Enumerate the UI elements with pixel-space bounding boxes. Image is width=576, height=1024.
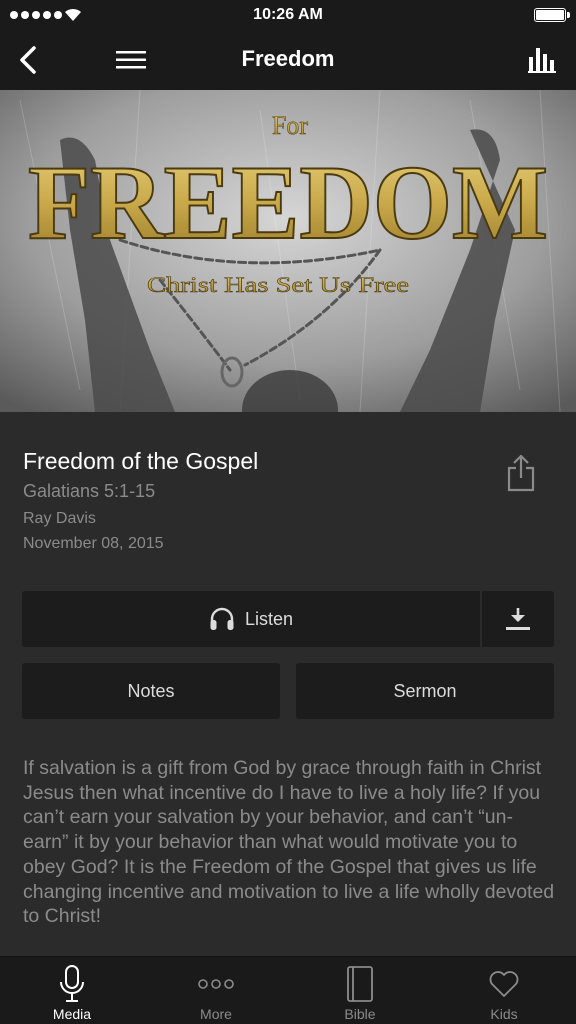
tab-more[interactable]: More: [144, 957, 288, 1024]
listen-label: Listen: [244, 608, 294, 629]
sermon-date: November 08, 2015: [23, 535, 164, 552]
hamburger-menu-icon: [116, 51, 146, 69]
more-dots-icon: [198, 979, 234, 989]
tab-kids[interactable]: Kids: [432, 957, 576, 1024]
hero-title-text: FREEDOM: [28, 144, 548, 261]
download-icon: [506, 608, 530, 630]
tab-bar: Media More Bible Kids: [0, 956, 576, 1024]
tab-media-label: Media: [52, 1006, 92, 1022]
heart-icon: [489, 971, 519, 997]
hero-for-text: For: [272, 111, 308, 140]
bar-chart-icon: [528, 48, 556, 73]
notes-button[interactable]: Notes: [22, 663, 280, 719]
status-time: 10:26 AM: [253, 6, 323, 23]
tab-kids-label: Kids: [490, 1006, 518, 1022]
tab-more-label: More: [200, 1006, 232, 1022]
microphone-icon: [60, 965, 84, 1002]
status-bar: 10:26 AM: [0, 0, 576, 30]
headphones-icon: [210, 607, 234, 630]
listen-bar: Listen: [22, 591, 554, 647]
book-icon: [347, 966, 373, 1002]
page-title: Freedom: [241, 46, 335, 71]
battery-icon: [534, 8, 570, 22]
nav-bar: Freedom: [0, 30, 576, 90]
sermon-series-artwork: For FREEDOM Christ Has Set Us Free: [0, 90, 576, 412]
sermon-description: If salvation is a gift from God by grace…: [23, 757, 555, 928]
download-button[interactable]: [482, 591, 554, 647]
sermon-speaker: Ray Davis: [23, 510, 96, 527]
sermon-button[interactable]: Sermon: [296, 663, 554, 719]
sermon-title: Freedom of the Gospel: [23, 448, 259, 474]
hero-subtitle-text: Christ Has Set Us Free: [147, 272, 409, 297]
share-button[interactable]: [504, 452, 538, 494]
sermon-scripture: Galatians 5:1-15: [23, 481, 156, 501]
share-icon: [507, 454, 535, 492]
stats-button[interactable]: [524, 42, 560, 78]
back-button[interactable]: [10, 42, 46, 78]
menu-button[interactable]: [110, 42, 152, 78]
hero-image: For FREEDOM Christ Has Set Us Free: [0, 90, 576, 412]
battery-fill: [536, 10, 564, 20]
listen-button[interactable]: Listen: [22, 591, 480, 647]
sermon-details: Freedom of the Gospel Galatians 5:1-15 R…: [0, 412, 576, 956]
tab-media[interactable]: Media: [0, 957, 144, 1024]
tab-bible-label: Bible: [344, 1006, 376, 1022]
tab-bible[interactable]: Bible: [288, 957, 432, 1024]
chevron-left-icon: [20, 46, 36, 74]
